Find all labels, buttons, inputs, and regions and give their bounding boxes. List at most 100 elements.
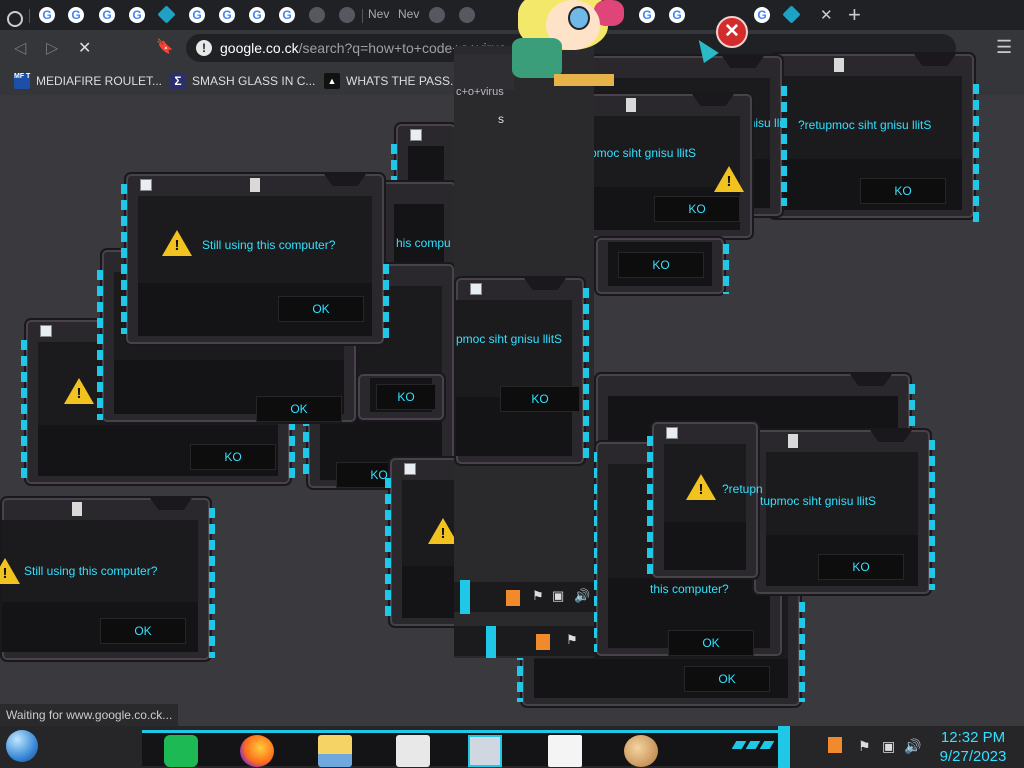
popup-message: ?retupmoc siht gnisu llitS xyxy=(798,118,932,132)
google-icon: G xyxy=(39,7,55,23)
clock-time: 12:32 PM xyxy=(940,729,1006,746)
loading-globe-icon xyxy=(309,7,325,23)
tab-teal[interactable] xyxy=(779,4,805,26)
ok-button[interactable]: OK xyxy=(278,296,364,322)
flag-icon: ⚑ xyxy=(532,588,544,603)
news-icon[interactable] xyxy=(468,735,502,767)
google-icon: G xyxy=(68,7,84,23)
popup-window[interactable]: Still using this computer? OK xyxy=(0,496,215,662)
bookmark-mediafire[interactable]: MF T MEDIAFIRE ROULET... xyxy=(14,71,164,91)
tab-google[interactable]: G xyxy=(274,4,300,26)
taskbar-fragment: ⚑ xyxy=(454,626,594,658)
tab-loading[interactable] xyxy=(304,4,330,26)
tab-google[interactable]: G xyxy=(664,4,690,26)
tab-loading[interactable] xyxy=(334,4,360,26)
tab-google[interactable]: G xyxy=(244,4,270,26)
clock[interactable]: 12:32 PM 9/27/2023 xyxy=(934,728,1012,766)
tab-new[interactable]: Nev xyxy=(396,4,424,26)
close-tab-icon[interactable]: ✕ xyxy=(820,6,833,24)
paint-icon[interactable] xyxy=(624,735,658,767)
wordpad-icon[interactable] xyxy=(548,735,582,767)
volume-icon[interactable]: 🔊 xyxy=(904,738,921,755)
bookmark-icon[interactable]: 🔖 xyxy=(156,38,173,55)
tab-loading[interactable] xyxy=(424,4,450,26)
ko-button[interactable]: KO xyxy=(860,178,946,204)
window-icon xyxy=(140,179,152,191)
new-tab-button[interactable]: + xyxy=(848,2,861,28)
network-icon[interactable]: ▣ xyxy=(882,738,895,755)
forward-button[interactable]: ▷ xyxy=(46,38,58,58)
url-domain: google.co.ck xyxy=(220,40,299,56)
google-icon: G xyxy=(669,7,685,23)
password-icon: ▲ xyxy=(324,73,340,89)
ko-button[interactable]: KO xyxy=(376,384,436,410)
popup-fragment[interactable]: KO xyxy=(594,236,729,296)
ko-button[interactable]: KO xyxy=(190,444,276,470)
google-icon: G xyxy=(279,7,295,23)
tab-history[interactable] xyxy=(0,4,26,27)
smash-glass-icon: Σ xyxy=(170,73,186,89)
popup-window[interactable]: ?retupn xyxy=(647,420,763,580)
tab-google[interactable]: G xyxy=(749,4,775,26)
back-button[interactable]: ◁ xyxy=(14,38,26,58)
history-icon xyxy=(7,11,23,27)
menu-icon[interactable]: ☰ xyxy=(996,37,1012,58)
java-icon xyxy=(506,590,520,606)
popup-message: pmoc siht gnisu llitS xyxy=(456,332,563,346)
firefox-icon[interactable] xyxy=(240,735,274,767)
network-icon: ▣ xyxy=(552,588,565,603)
tab-google[interactable]: G xyxy=(214,4,240,26)
ko-button[interactable]: KO xyxy=(654,196,740,222)
tab-google[interactable]: G xyxy=(34,4,60,26)
popup-message: Still using this computer? xyxy=(24,564,158,578)
ok-button[interactable]: OK xyxy=(100,618,186,644)
info-icon[interactable]: ! xyxy=(196,40,212,56)
flag-icon[interactable]: ⚑ xyxy=(858,738,871,755)
popup-window[interactable]: tupmoc siht gnisu llitS KO xyxy=(752,428,935,596)
window-icon xyxy=(404,463,416,475)
popup-message: ?retupn xyxy=(722,482,763,496)
loading-globe-icon xyxy=(459,7,475,23)
tab-google[interactable]: G xyxy=(634,4,660,26)
window-icon xyxy=(666,427,678,439)
ko-button[interactable]: KO xyxy=(500,386,580,412)
teal-diamond-icon xyxy=(782,5,801,24)
java-icon xyxy=(536,634,550,650)
popup-window[interactable]: ?retupmoc siht gnisu llitS KO xyxy=(765,52,979,224)
tab-new[interactable]: Nev xyxy=(366,4,394,26)
ko-button[interactable]: KO xyxy=(618,252,704,278)
popup-message: tupmoc siht gnisu llitS xyxy=(760,494,877,508)
tab-teal[interactable] xyxy=(154,4,180,26)
flag-icon: ⚑ xyxy=(566,632,578,647)
ko-button[interactable]: KO xyxy=(818,554,904,580)
popup-window[interactable]: pmoc siht gnisu llitS KO xyxy=(454,276,589,466)
popup-message: Still using this computer? xyxy=(202,238,336,252)
ok-button[interactable]: OK xyxy=(668,630,754,656)
popup-message: pmoc siht gnisu llitS xyxy=(590,146,697,160)
tab-google[interactable]: G xyxy=(63,4,89,26)
glitch-slice: c+o+virus s pmoc siht gnisu llitS KO ⚑ ▣… xyxy=(454,46,594,658)
taskbar: ⚑ ▣ 🔊 12:32 PM 9/27/2023 xyxy=(0,726,1024,768)
bookmark-smash-glass[interactable]: Σ SMASH GLASS IN C... xyxy=(170,71,320,91)
java-icon[interactable] xyxy=(828,737,842,753)
start-button[interactable] xyxy=(6,730,38,762)
tab-google[interactable]: G xyxy=(94,4,120,26)
loading-globe-icon xyxy=(339,7,355,23)
anime-character-image xyxy=(512,0,632,86)
bookmark-password[interactable]: ▲ WHATS THE PASS... xyxy=(324,71,464,91)
google-icon: G xyxy=(639,7,655,23)
ok-button[interactable]: OK xyxy=(684,666,770,692)
calculator-icon[interactable] xyxy=(396,735,430,767)
file-explorer-icon[interactable] xyxy=(318,735,352,767)
show-desktop-button[interactable] xyxy=(778,726,790,768)
bookmark-label: MEDIAFIRE ROULET... xyxy=(36,74,163,88)
stop-button[interactable]: ✕ xyxy=(78,38,91,58)
error-icon[interactable]: ✕ xyxy=(716,16,748,48)
tab-google[interactable]: G xyxy=(184,4,210,26)
ok-button[interactable]: OK xyxy=(256,396,342,422)
spotify-icon[interactable] xyxy=(164,735,198,767)
tab-google[interactable]: G xyxy=(124,4,150,26)
popup-fragment[interactable]: KO xyxy=(356,372,446,422)
tab-loading[interactable] xyxy=(454,4,480,26)
popup-window[interactable]: Still using this computer? OK xyxy=(121,172,389,346)
